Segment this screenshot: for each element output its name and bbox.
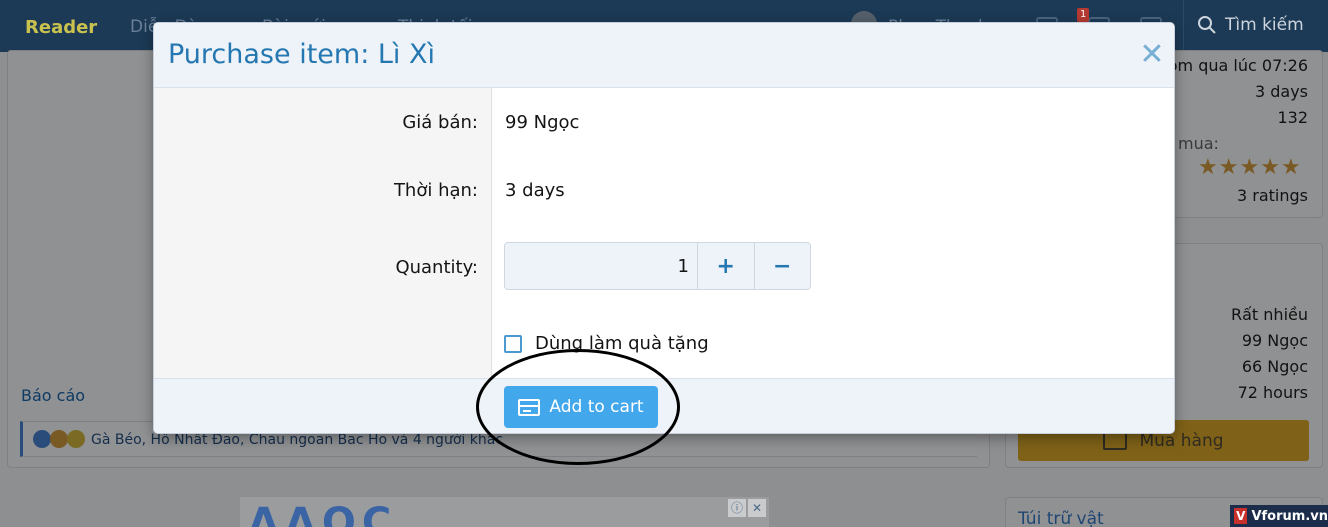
haha-icon [67, 430, 85, 448]
gift-option[interactable]: Dùng làm quà tặng [504, 333, 709, 354]
reaction-users[interactable]: Gà Béo, Hồ Nhất Đao, Chau ngoan Bac Ho v… [91, 432, 503, 448]
inventory-title: Túi trữ vật [1018, 509, 1104, 527]
ad-close-icon[interactable]: ✕ [748, 499, 766, 517]
ad-logo: ΛΛΟC [248, 500, 398, 527]
search-label: Tìm kiếm [1225, 15, 1304, 35]
stats-buy-label: mua: [1178, 134, 1219, 153]
quantity-stepper: + − [504, 242, 811, 290]
stats-count: 132 [1277, 108, 1308, 127]
watermark: V Vforum.vn [1230, 505, 1328, 527]
cart-icon [1103, 431, 1128, 450]
watermark-logo-icon: V [1234, 508, 1248, 524]
last-seen: hôm qua lúc 07:26 [1157, 56, 1308, 75]
like-icon [33, 430, 51, 448]
stats-duration: 3 days [1254, 82, 1308, 101]
notification-badge: 1 [1077, 8, 1090, 22]
quantity-input[interactable] [505, 243, 697, 289]
quantity-decrease-button[interactable]: − [753, 243, 810, 289]
duration-value: 3 days [505, 180, 565, 201]
price-secondary: 66 Ngọc [1241, 357, 1308, 376]
star-icon: ★ [1239, 155, 1260, 180]
modal-header: Purchase item: Lì Xì ✕ [154, 23, 1174, 88]
watermark-text: Vforum.vn [1251, 508, 1328, 524]
ad-controls: ⓘ ✕ [728, 499, 766, 517]
duration-label: Thời hạn: [393, 180, 478, 201]
price-primary: 99 Ngọc [1241, 331, 1308, 350]
credit-card-icon [518, 398, 541, 416]
nav-divider [1183, 0, 1184, 52]
advertisement[interactable]: ΛΛΟC ⓘ ✕ [240, 497, 769, 527]
report-link[interactable]: Báo cáo [21, 386, 85, 405]
love-icon [50, 430, 68, 448]
star-icon: ★ [1260, 155, 1280, 180]
brand-logo[interactable]: Reader [25, 17, 97, 38]
add-to-cart-button[interactable]: Add to cart [504, 386, 658, 428]
reaction-icons [33, 430, 85, 448]
ad-info-icon[interactable]: ⓘ [728, 499, 746, 517]
price-label: Giá bán: [402, 112, 478, 133]
star-icon: ★ [1218, 155, 1239, 180]
quantity-label: Quantity: [395, 257, 478, 278]
add-to-cart-label: Add to cart [549, 397, 644, 417]
search-icon [1198, 16, 1216, 34]
price-value: 99 Ngọc [505, 112, 580, 133]
gift-checkbox[interactable] [504, 334, 522, 353]
purchase-modal: Purchase item: Lì Xì ✕ Giá bán: 99 Ngọc … [153, 22, 1175, 434]
modal-title: Purchase item: Lì Xì [168, 39, 435, 70]
star-icon: ★ [1198, 155, 1218, 180]
ratings-count: 3 ratings [1237, 186, 1308, 205]
star-icon: ★ [1280, 155, 1301, 180]
gift-label[interactable]: Dùng làm quà tặng [535, 333, 709, 354]
price-duration: 72 hours [1237, 383, 1308, 402]
modal-footer: Add to cart [154, 378, 1174, 433]
rating-stars: ★ ★ ★ ★ ★ [1198, 155, 1301, 181]
quantity-increase-button[interactable]: + [697, 243, 754, 289]
search-button[interactable]: Tìm kiếm [1197, 15, 1304, 35]
close-icon[interactable]: ✕ [1134, 39, 1170, 71]
availability: Rất nhiều [1231, 305, 1308, 324]
